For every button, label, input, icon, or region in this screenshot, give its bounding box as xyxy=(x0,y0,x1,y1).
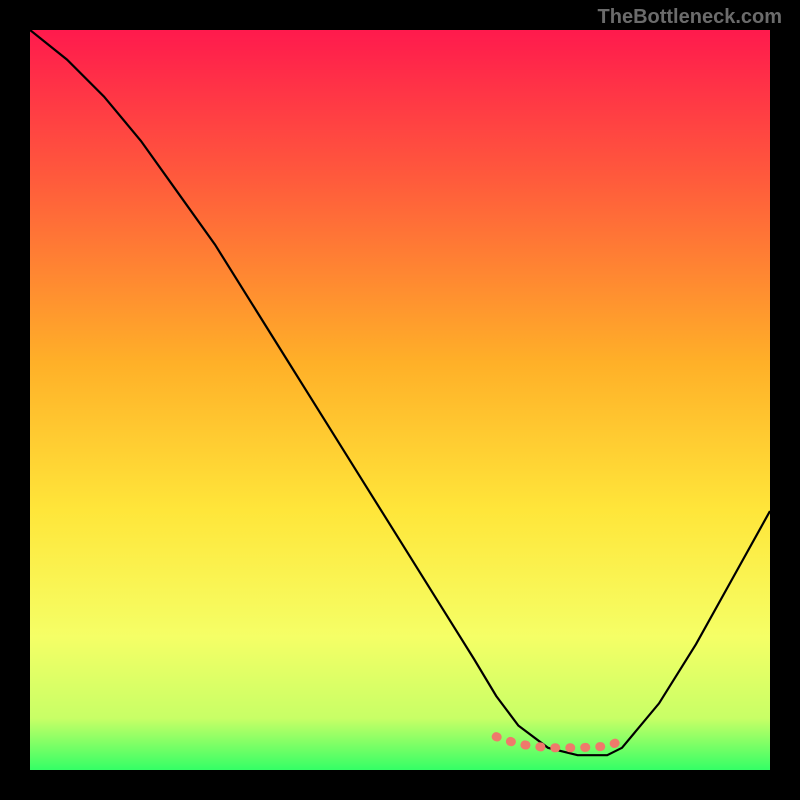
chart-plot-area xyxy=(30,30,770,770)
watermark-label: TheBottleneck.com xyxy=(598,6,782,29)
chart-svg xyxy=(30,30,770,770)
